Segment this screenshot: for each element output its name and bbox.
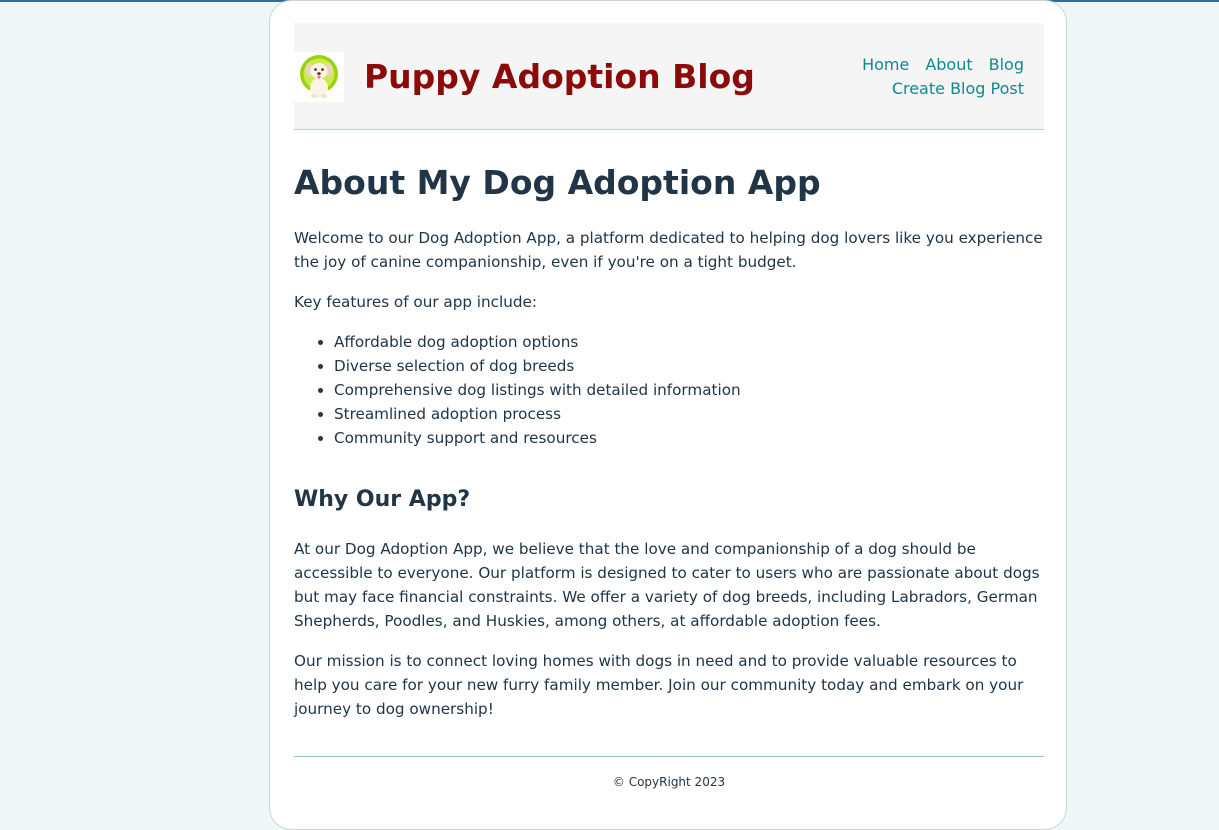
site-header: Puppy Adoption Blog Home About Blog Create…	[294, 23, 1044, 130]
mission-paragraph: Our mission is to connect loving homes w…	[294, 652, 1024, 718]
main-content: About My Dog Adoption App Welcome to our…	[294, 161, 1044, 721]
page-card: Puppy Adoption Blog Home About Blog Create…	[269, 0, 1067, 830]
why-paragraph: At our Dog Adoption App, we believe that…	[294, 540, 1040, 630]
list-item: Diverse selection of dog breeds	[334, 354, 1044, 378]
features-list: Affordable dog adoption options Diverse …	[294, 330, 1044, 450]
nav-create-blog-post-link[interactable]: Create Blog Post	[892, 79, 1024, 98]
list-item: Community support and resources	[334, 426, 1044, 450]
nav-about-link[interactable]: About	[925, 55, 972, 74]
intro-paragraph: Welcome to our Dog Adoption App, a platf…	[294, 229, 1043, 271]
list-item: Affordable dog adoption options	[334, 330, 1044, 354]
why-heading: Why Our App?	[294, 487, 471, 512]
footer-copyright: © CopyRight 2023	[612, 775, 726, 789]
page-heading: About My Dog Adoption App	[294, 163, 821, 202]
list-item: Streamlined adoption process	[334, 402, 1044, 426]
features-intro: Key features of our app include:	[294, 293, 537, 311]
site-title: Puppy Adoption Blog	[364, 57, 755, 96]
main-nav: Home About Blog Create Blog Post	[824, 53, 1024, 101]
nav-home-link[interactable]: Home	[862, 55, 909, 74]
footer-divider	[294, 756, 1044, 757]
list-item: Comprehensive dog listings with detailed…	[334, 378, 1044, 402]
nav-blog-link[interactable]: Blog	[989, 55, 1024, 74]
puppy-logo-icon[interactable]	[294, 52, 344, 102]
